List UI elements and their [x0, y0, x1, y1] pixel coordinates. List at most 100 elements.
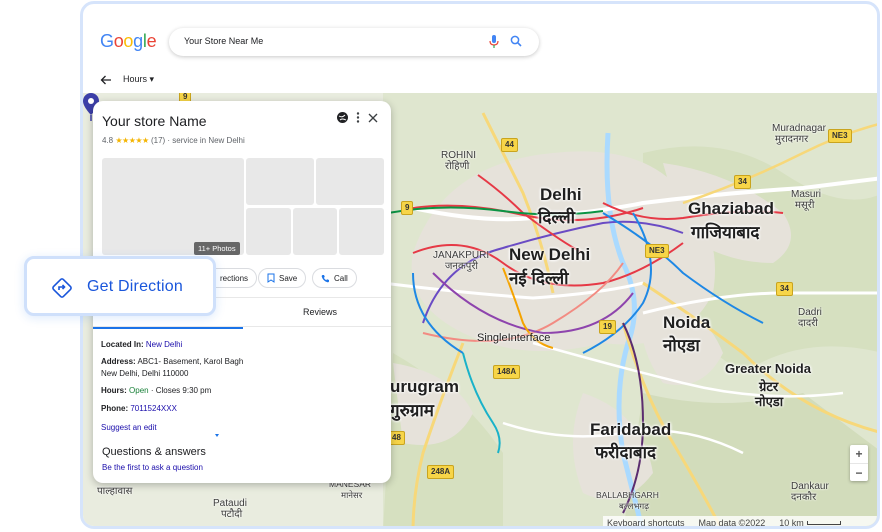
suggest-edit-link[interactable]: Suggest an edit [101, 422, 157, 434]
road-shield: 34 [776, 282, 793, 296]
logo-letter: e [146, 31, 157, 51]
town-label-masuri: Masuri [791, 189, 822, 200]
road-shield: NE3 [645, 244, 669, 258]
photo-main[interactable] [102, 158, 244, 255]
city-label-noida-hi: नोएडा [663, 336, 700, 355]
get-direction-button[interactable]: Get Direction [24, 256, 216, 316]
hours-filter-dropdown[interactable]: Hours ▾ [123, 74, 154, 85]
tab-reviews[interactable]: Reviews [243, 298, 391, 328]
city-label-faridabad-hi: फरीदाबाद [595, 443, 657, 462]
map-attribution: Keyboard shortcuts Map data ©2022 10 km [603, 516, 877, 528]
photo-thumb[interactable] [339, 208, 384, 255]
screenshot: Google Your Store Near Me Hours ▾ 9 44 9… [0, 0, 882, 532]
phone-row: Phone: 7011524XXX [101, 403, 177, 415]
address-line1: ABC1- Basement, Karol Bagh [137, 357, 244, 366]
city-label-greater-noida: Greater Noida [725, 361, 811, 376]
bookmark-icon [267, 273, 275, 283]
save-label: Save [279, 273, 298, 283]
more-vertical-icon[interactable] [356, 112, 360, 123]
road-shield: 248A [427, 465, 455, 479]
save-button[interactable]: Save [258, 268, 307, 288]
city-label-greater-noida-hi2: नोएडा [755, 394, 784, 409]
logo-letter: o [123, 31, 134, 51]
address-line2: New Delhi, Delhi 110000 [101, 369, 189, 378]
get-direction-label: Get Direction [87, 278, 183, 295]
close-icon[interactable] [368, 113, 378, 123]
directions-icon [52, 278, 72, 298]
directions-label: rections [220, 273, 249, 283]
city-label-gurugram: urugram [390, 377, 459, 396]
address-label: Address: [101, 357, 136, 366]
road-shield: 34 [734, 175, 751, 189]
store-name: Your store Name [102, 113, 207, 129]
arrow-left-icon[interactable] [100, 74, 112, 86]
hours-row[interactable]: Hours: Open · Closes 9:30 pm [101, 385, 211, 397]
review-count[interactable]: (17) [151, 136, 165, 145]
hours-close-time: · Closes 9:30 pm [150, 386, 212, 395]
city-label-new-delhi: New Delhi [509, 245, 591, 264]
road-shield: 148A [493, 365, 521, 379]
search-icon[interactable] [510, 35, 522, 47]
road-shield: NE3 [828, 129, 852, 143]
town-label-pataudi: Pataudi [213, 498, 247, 509]
mic-icon[interactable] [489, 35, 499, 48]
rating-row: 4.8 ★★★★★ (17) · service in New Delhi [102, 136, 245, 145]
located-in-label: Located In: [101, 340, 144, 349]
phone-link[interactable]: 7011524XXX [130, 404, 177, 413]
town-label-palhawas-hi: पाल्हावास [97, 486, 133, 497]
town-label-ballabhgarh: BALLABHGARH [596, 490, 659, 500]
search-input[interactable]: Your Store Near Me [184, 36, 263, 46]
phone-label: Phone: [101, 404, 129, 413]
tab-reviews-label: Reviews [303, 307, 338, 317]
city-label-ghaziabad-hi: गाजियाबाद [691, 223, 760, 242]
hours-label: Hours: [101, 386, 127, 395]
photo-thumb[interactable] [293, 208, 337, 255]
photo-thumb[interactable] [246, 208, 291, 255]
photo-thumb[interactable] [246, 158, 314, 205]
town-label-ballabhgarh-hi: बल्लभगढ़ [619, 501, 649, 511]
chevron-down-icon[interactable] [215, 434, 219, 437]
town-label-muradnagar-hi: मुरादनगर [775, 134, 809, 145]
star-rating-icon: ★★★★★ [115, 136, 149, 145]
town-label-rohini-hi: रोहिणी [445, 161, 470, 172]
town-label-masuri-hi: मसूरी [795, 200, 815, 211]
town-label-manesar-hi: मानेसर [341, 490, 363, 500]
rating-value: 4.8 [102, 136, 114, 145]
town-label-pataudi-hi: पटौदी [221, 509, 243, 520]
pin-label[interactable]: SingleInterface [477, 332, 550, 344]
ask-question-link[interactable]: Be the first to ask a question [102, 463, 203, 472]
zoom-in-button[interactable]: + [850, 445, 868, 463]
zoom-control: + − [850, 445, 868, 481]
logo-letter: G [100, 31, 114, 51]
photo-thumb[interactable] [316, 158, 384, 205]
globe-icon[interactable] [337, 112, 348, 123]
city-label-noida: Noida [663, 313, 711, 332]
city-label-faridabad: Faridabad [590, 420, 672, 439]
scale-bar: 10 km [779, 518, 841, 528]
city-label-gurugram-hi: गुरुग्राम [390, 401, 434, 420]
google-logo[interactable]: Google [100, 31, 157, 52]
road-shield: 19 [599, 320, 616, 334]
located-in-link[interactable]: New Delhi [146, 340, 182, 349]
scale-line [806, 521, 841, 525]
hours-status: Open [129, 386, 149, 395]
town-label-dankaur: Dankaur [791, 481, 829, 492]
photo-count-badge[interactable]: 11+ Photos [194, 242, 240, 255]
town-label-janakpuri: JANAKPURI [433, 250, 490, 261]
business-category: · service in New Delhi [167, 136, 245, 145]
call-button[interactable]: Call [312, 268, 357, 288]
city-label-delhi-hi: दिल्ली [538, 208, 576, 227]
keyboard-shortcuts-link[interactable]: Keyboard shortcuts [607, 518, 685, 526]
panel-header-actions [337, 112, 378, 123]
zoom-out-button[interactable]: − [850, 463, 868, 481]
address-row: Address: ABC1- Basement, Karol Bagh New … [101, 356, 243, 380]
phone-icon [321, 274, 329, 282]
scale-label: 10 km [779, 518, 804, 528]
call-label: Call [334, 273, 348, 283]
town-label-janakpuri-hi: जनकपुरी [445, 261, 479, 272]
search-box[interactable]: Your Store Near Me [169, 28, 539, 56]
city-label-ghaziabad: Ghaziabad [688, 199, 774, 218]
road-shield: 44 [501, 138, 518, 152]
logo-letter: g [133, 31, 143, 51]
town-label-dadri-hi: दादरी [798, 318, 818, 329]
